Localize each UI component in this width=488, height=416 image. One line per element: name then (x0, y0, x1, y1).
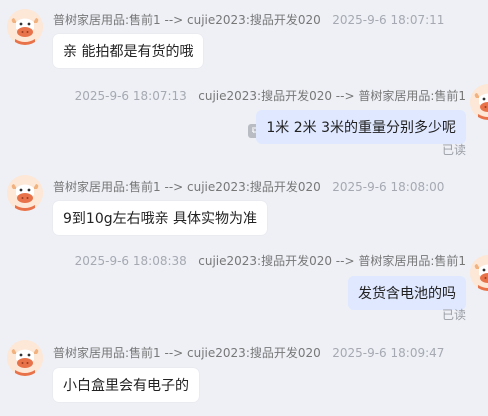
message-meta: 普树家居用品:售前1 --> cujie2023:搜品开发020 2025-9-… (53, 11, 444, 28)
message-bubble[interactable]: 发货含电池的吗 (348, 276, 466, 310)
avatar[interactable] (7, 9, 43, 45)
sender-label: 普树家居用品:售前1 --> cujie2023:搜品开发020 (53, 13, 321, 27)
sender-label: cujie2023:搜品开发020 --> 普树家居用品:售前1 (198, 89, 466, 103)
sender-label: 普树家居用品:售前1 --> cujie2023:搜品开发020 (53, 346, 321, 360)
timestamp: 2025-9-6 18:08:00 (332, 180, 445, 194)
cow-avatar-icon (470, 84, 488, 120)
message-bubble[interactable]: 9到10g左右哦亲 具体实物为准 (53, 201, 268, 235)
cow-avatar-icon (7, 9, 43, 45)
sender-label: cujie2023:搜品开发020 --> 普树家居用品:售前1 (198, 254, 466, 268)
read-status: 已读 (441, 143, 466, 157)
timestamp: 2025-9-6 18:07:13 (74, 89, 187, 103)
cow-avatar-icon (7, 340, 43, 376)
message-meta: 普树家居用品:售前1 --> cujie2023:搜品开发020 2025-9-… (53, 344, 444, 361)
avatar[interactable] (470, 255, 488, 291)
cow-avatar-icon (7, 175, 43, 211)
timestamp: 2025-9-6 18:09:47 (332, 346, 445, 360)
message-meta: 2025-9-6 18:08:38 cujie2023:搜品开发020 --> … (75, 252, 466, 269)
sender-label: 普树家居用品:售前1 --> cujie2023:搜品开发020 (53, 180, 321, 194)
message-bubble[interactable]: 小白盒里会有电子的 (53, 368, 199, 402)
read-status: 已读 (441, 308, 466, 322)
timestamp: 2025-9-6 18:07:11 (332, 13, 445, 27)
cow-avatar-icon (470, 255, 488, 291)
message-bubble[interactable]: 1米 2米 3米的重量分别多少呢 (256, 110, 466, 144)
message-meta: 普树家居用品:售前1 --> cujie2023:搜品开发020 2025-9-… (53, 178, 444, 195)
message-bubble[interactable]: 亲 能拍都是有货的哦 (53, 34, 204, 68)
avatar[interactable] (7, 175, 43, 211)
avatar[interactable] (7, 340, 43, 376)
timestamp: 2025-9-6 18:08:38 (74, 254, 187, 268)
avatar[interactable] (470, 84, 488, 120)
message-meta: 2025-9-6 18:07:13 cujie2023:搜品开发020 --> … (75, 87, 466, 104)
